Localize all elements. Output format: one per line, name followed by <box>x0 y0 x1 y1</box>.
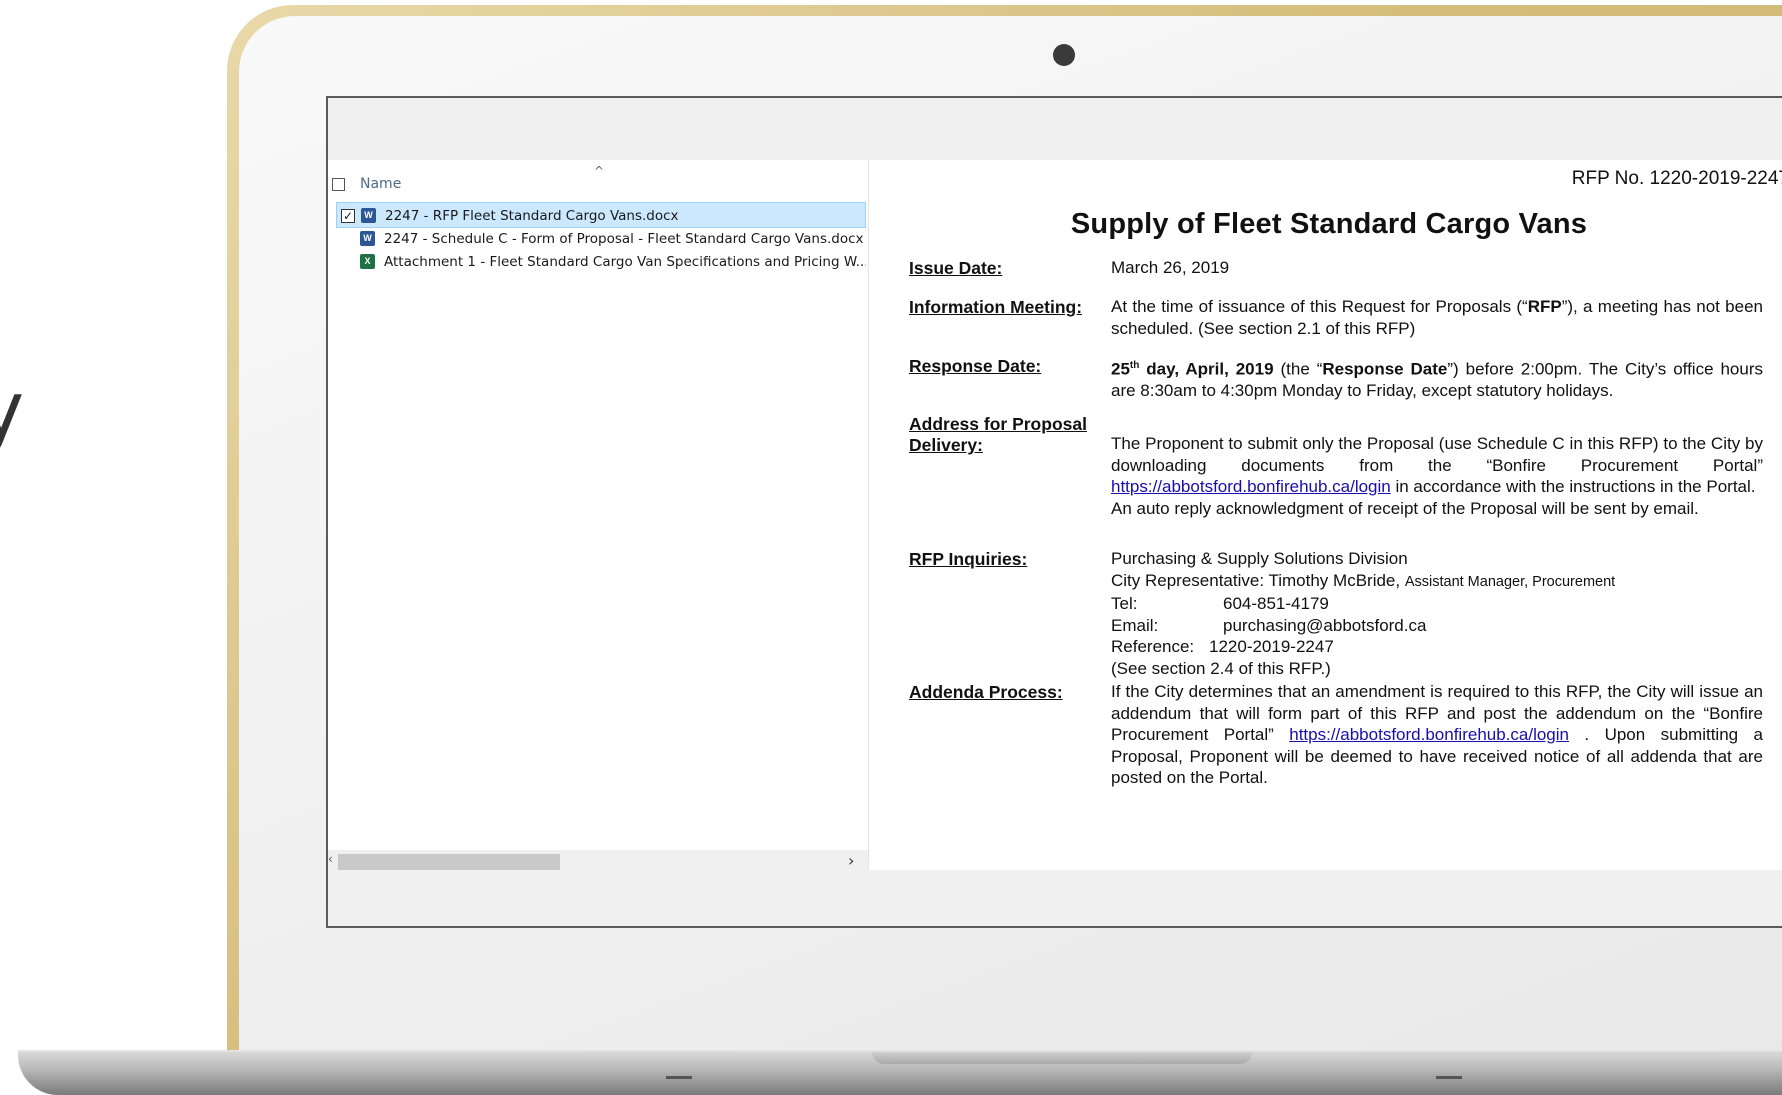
rfp-inquiries-value: Purchasing & Supply Solutions Division C… <box>1111 549 1616 678</box>
laptop-screen: Name ^ ✓ W 2247 - RFP Fleet Standard Car… <box>326 96 1782 928</box>
webcam-icon <box>1053 44 1075 66</box>
row-checkbox[interactable]: ✓ <box>341 209 355 223</box>
file-row-attachment-1[interactable]: X Attachment 1 - Fleet Standard Cargo Va… <box>336 249 866 275</box>
name-column-header[interactable]: Name <box>360 176 401 192</box>
issue-date-value: March 26, 2019 <box>1111 258 1230 277</box>
file-row-rfp[interactable]: ✓ W 2247 - RFP Fleet Standard Cargo Vans… <box>336 202 866 228</box>
word-document-icon: W <box>361 208 376 223</box>
addenda-process-value: If the City determines that an amendment… <box>1111 682 1763 787</box>
rfp-inquiries-label: RFP Inquiries: <box>909 549 1028 569</box>
select-all-checkbox[interactable] <box>332 178 345 191</box>
laptop-foot <box>1436 1076 1462 1079</box>
explorer-content: Name ^ ✓ W 2247 - RFP Fleet Standard Car… <box>328 160 1782 871</box>
laptop-hinge-notch <box>872 1052 1252 1064</box>
addenda-process-label: Addenda Process: <box>909 682 1063 702</box>
background-partial-text: y <box>0 366 25 456</box>
word-document-icon: W <box>360 231 375 246</box>
window-toolbar <box>328 98 1782 161</box>
file-name: Attachment 1 - Fleet Standard Cargo Van … <box>384 254 866 270</box>
bonfire-portal-link[interactable]: https://abbotsford.bonfirehub.ca/login <box>1289 725 1569 744</box>
horizontal-scrollbar[interactable]: ‹ › <box>328 850 868 871</box>
address-value: The Proponent to submit only the Proposa… <box>1111 434 1763 518</box>
file-name: 2247 - RFP Fleet Standard Cargo Vans.doc… <box>385 208 679 224</box>
issue-date-label: Issue Date: <box>909 258 1003 278</box>
rfp-number: RFP No. 1220-2019-2247 <box>1571 168 1782 189</box>
laptop-foot <box>666 1076 692 1079</box>
excel-spreadsheet-icon: X <box>360 254 375 269</box>
info-meeting-value: At the time of issuance of this Request … <box>1111 297 1763 338</box>
response-date-label: Response Date: <box>909 356 1042 376</box>
document-title: Supply of Fleet Standard Cargo Vans <box>1070 208 1588 240</box>
window-bottom-bar <box>328 870 1782 926</box>
info-meeting-label: Information Meeting: <box>909 297 1083 317</box>
address-label: Address for Proposal Delivery: <box>909 414 1087 455</box>
sort-ascending-icon: ^ <box>594 164 605 178</box>
document-preview-pane: RFP No. 1220-2019-2247 Supply of Fleet S… <box>869 160 1782 870</box>
response-date-value: 25th day, April, 2019 (the “Response Dat… <box>1111 359 1763 401</box>
scroll-left-icon[interactable]: ‹ <box>328 852 333 866</box>
scroll-right-icon[interactable]: › <box>848 851 854 870</box>
bonfire-portal-link[interactable]: https://abbotsford.bonfirehub.ca/login <box>1111 477 1391 496</box>
scrollbar-thumb[interactable] <box>338 854 560 871</box>
file-list-pane: Name ^ ✓ W 2247 - RFP Fleet Standard Car… <box>328 160 869 871</box>
